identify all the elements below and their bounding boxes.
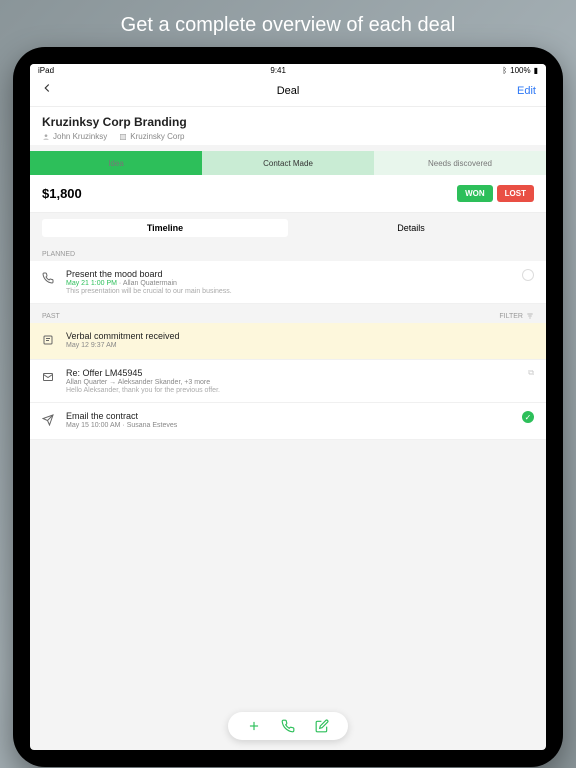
- stage-contact-made[interactable]: Contact Made: [202, 151, 374, 175]
- promo-heading: Get a complete overview of each deal: [0, 0, 576, 47]
- timeline-item-note[interactable]: Verbal commitment received May 12 9:37 A…: [30, 323, 546, 360]
- item-sub: Allan Quarter → Aleksander Skander, +3 m…: [66, 379, 518, 386]
- item-title: Verbal commitment received: [66, 331, 534, 341]
- stage-needs-discovered[interactable]: Needs discovered: [374, 151, 546, 175]
- stage-idea[interactable]: Idea: [30, 151, 202, 175]
- stage-needs-label: Needs discovered: [428, 159, 492, 168]
- timeline-item-planned[interactable]: Present the mood board May 21 1:00 PM · …: [30, 261, 546, 304]
- section-planned-label: PLANNED: [42, 251, 75, 258]
- phone-icon: [42, 271, 56, 289]
- app-screen: iPad 9:41 ᛒ 100% ▮ Deal Edit Kruzinksy C…: [30, 64, 546, 750]
- section-planned: PLANNED: [30, 243, 546, 261]
- lost-button[interactable]: LOST: [497, 185, 534, 202]
- timeline-item-email[interactable]: Re: Offer LM45945 Allan Quarter → Aleksa…: [30, 360, 546, 403]
- link-icon: ⧉: [528, 368, 534, 378]
- deal-header: Kruzinksy Corp Branding John Kruzinksy K…: [30, 107, 546, 145]
- section-past-label: PAST: [42, 313, 60, 320]
- page-title: Deal: [80, 85, 496, 97]
- edit-button[interactable]: Edit: [496, 85, 536, 97]
- battery-icon: ▮: [534, 66, 538, 75]
- timeline-item-send[interactable]: Email the contract May 15 10:00 AM · Sus…: [30, 403, 546, 440]
- carrier-label: iPad: [38, 66, 54, 75]
- item-date: May 21 1:00 PM: [66, 280, 117, 287]
- tab-timeline[interactable]: Timeline: [42, 219, 288, 237]
- item-note: Hello Aleksander, thank you for the prev…: [66, 387, 518, 394]
- amount-row: $1,800 WON LOST: [30, 175, 546, 213]
- status-time: 9:41: [270, 66, 286, 75]
- bluetooth-icon: ᛒ: [502, 66, 507, 75]
- section-past: PAST Filter: [30, 304, 546, 323]
- battery-pct: 100%: [510, 66, 530, 75]
- stage-contact-label: Contact Made: [263, 159, 313, 168]
- send-icon: [42, 413, 56, 431]
- nav-bar: Deal Edit: [30, 77, 546, 107]
- deal-org[interactable]: Kruzinsky Corp: [119, 132, 184, 141]
- item-sub: May 15 10:00 AM · Susana Esteves: [66, 422, 512, 429]
- tab-details[interactable]: Details: [288, 219, 534, 237]
- back-button[interactable]: [40, 81, 80, 100]
- filter-button[interactable]: Filter: [499, 312, 534, 320]
- deal-org-label: Kruzinsky Corp: [130, 132, 184, 141]
- mail-icon: [42, 370, 56, 388]
- item-title: Email the contract: [66, 411, 512, 421]
- filter-label: Filter: [499, 313, 523, 320]
- detail-tabs: Timeline Details: [30, 213, 546, 243]
- add-button[interactable]: [246, 718, 262, 734]
- deal-person-label: John Kruzinksy: [53, 132, 107, 141]
- complete-toggle[interactable]: [522, 269, 534, 281]
- item-title: Present the mood board: [66, 269, 512, 279]
- item-note: This presentation will be crucial to our…: [66, 288, 512, 295]
- call-button[interactable]: [280, 718, 296, 734]
- note-icon: [42, 333, 56, 351]
- item-title: Re: Offer LM45945: [66, 368, 518, 378]
- stage-pipeline: Idea Contact Made Needs discovered: [30, 151, 546, 175]
- item-sub: May 12 9:37 AM: [66, 342, 534, 349]
- won-button[interactable]: WON: [457, 185, 493, 202]
- timeline-content: PLANNED Present the mood board May 21 1:…: [30, 243, 546, 750]
- compose-button[interactable]: [314, 718, 330, 734]
- deal-amount: $1,800: [42, 186, 82, 201]
- floating-action-bar: [228, 712, 348, 740]
- deal-title: Kruzinksy Corp Branding: [42, 115, 534, 129]
- done-check-icon: ✓: [522, 411, 534, 423]
- deal-person[interactable]: John Kruzinksy: [42, 132, 107, 141]
- device-frame: iPad 9:41 ᛒ 100% ▮ Deal Edit Kruzinksy C…: [13, 47, 563, 767]
- item-person: Allan Quatermain: [123, 280, 177, 287]
- status-bar: iPad 9:41 ᛒ 100% ▮: [30, 64, 546, 77]
- stage-idea-label: Idea: [108, 159, 124, 168]
